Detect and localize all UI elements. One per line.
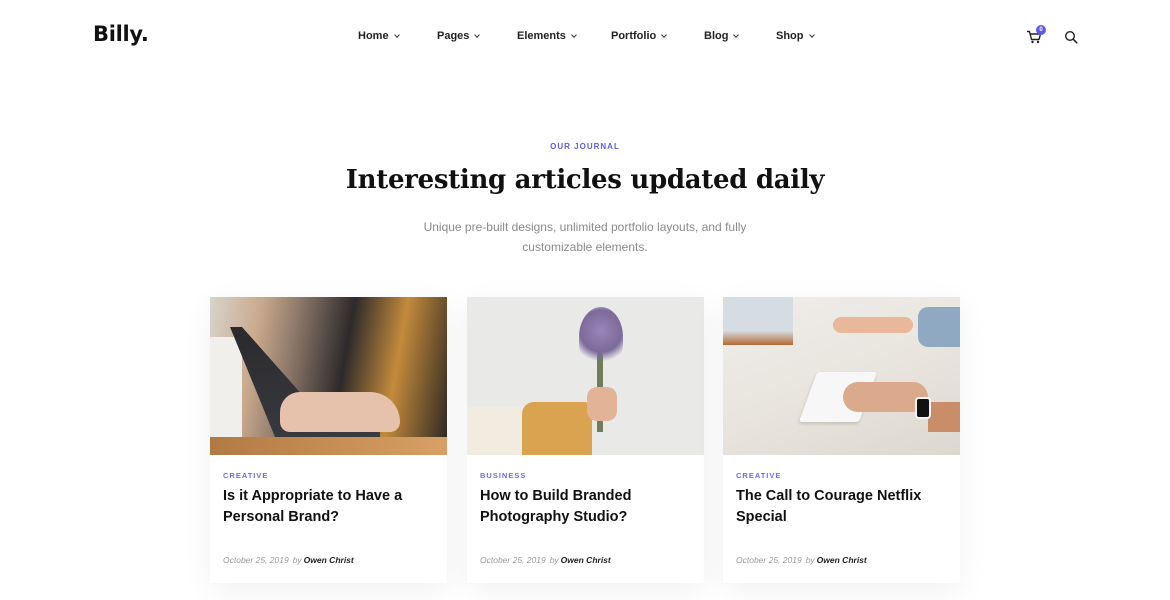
post-by: by — [292, 555, 302, 565]
site-header: Billy. Home Pages Elements Portfolio Blo… — [0, 0, 1170, 72]
nav-label: Home — [358, 30, 389, 42]
post-date: October 25, 2019 — [223, 555, 289, 565]
post-author[interactable]: Owen Christ — [304, 555, 354, 565]
main-nav: Home Pages Elements Portfolio Blog Shop — [0, 30, 1170, 46]
section-title: Interesting articles updated daily — [345, 165, 825, 195]
post-meta: October 25, 2019 by Owen Christ — [223, 555, 354, 565]
post-author[interactable]: Owen Christ — [561, 555, 611, 565]
nav-label: Elements — [517, 30, 566, 42]
post-card[interactable]: CREATIVE The Call to Courage Netflix Spe… — [723, 297, 960, 583]
image-detail — [928, 402, 960, 432]
image-detail — [467, 407, 529, 455]
post-by: by — [805, 555, 815, 565]
post-author[interactable]: Owen Christ — [817, 555, 867, 565]
image-detail — [210, 437, 447, 455]
image-detail — [915, 397, 931, 419]
search-icon — [1064, 30, 1078, 44]
nav-label: Shop — [776, 30, 804, 42]
post-image-laptop-typing[interactable] — [210, 297, 447, 455]
image-detail — [918, 307, 960, 347]
image-detail — [587, 387, 617, 421]
search-button[interactable] — [1064, 30, 1078, 44]
post-title[interactable]: Is it Appropriate to Have a Personal Bra… — [223, 486, 433, 528]
image-detail — [579, 307, 623, 367]
cart-count-badge: 0 — [1036, 25, 1046, 35]
image-detail — [280, 392, 400, 432]
post-category[interactable]: BUSINESS — [480, 471, 526, 480]
post-category[interactable]: CREATIVE — [223, 471, 268, 480]
chevron-down-icon — [393, 32, 400, 38]
post-title[interactable]: The Call to Courage Netflix Special — [736, 486, 946, 528]
image-detail — [522, 402, 592, 455]
post-card[interactable]: CREATIVE Is it Appropriate to Have a Per… — [210, 297, 447, 583]
section-subtitle: Unique pre-built designs, unlimited port… — [423, 220, 747, 254]
post-date: October 25, 2019 — [736, 555, 802, 565]
post-title[interactable]: How to Build Branded Photography Studio? — [480, 486, 690, 528]
nav-item-home[interactable]: Home — [358, 30, 400, 42]
post-meta: October 25, 2019 by Owen Christ — [736, 555, 867, 565]
chevron-down-icon — [571, 32, 577, 38]
nav-item-pages[interactable]: Pages — [437, 30, 481, 42]
nav-label: Pages — [437, 30, 470, 42]
post-date: October 25, 2019 — [480, 555, 546, 565]
chevron-down-icon — [733, 32, 740, 38]
nav-label: Blog — [704, 30, 729, 42]
nav-item-shop[interactable]: Shop — [776, 30, 815, 42]
nav-item-blog[interactable]: Blog — [704, 30, 740, 42]
chevron-down-icon — [808, 32, 815, 38]
nav-label: Portfolio — [611, 30, 657, 42]
post-image-desk-keyboard[interactable] — [723, 297, 960, 455]
section-eyebrow: OUR JOURNAL — [550, 142, 620, 151]
nav-item-portfolio[interactable]: Portfolio — [611, 30, 668, 42]
image-detail — [723, 297, 793, 345]
post-meta: October 25, 2019 by Owen Christ — [480, 555, 611, 565]
chevron-down-icon — [661, 32, 668, 38]
post-by: by — [549, 555, 559, 565]
nav-item-elements[interactable]: Elements — [517, 30, 577, 42]
post-category[interactable]: CREATIVE — [736, 471, 781, 480]
chevron-down-icon — [474, 32, 481, 38]
image-detail — [833, 317, 913, 333]
post-image-lavender-bouquet[interactable] — [467, 297, 704, 455]
post-card[interactable]: BUSINESS How to Build Branded Photograph… — [467, 297, 704, 583]
